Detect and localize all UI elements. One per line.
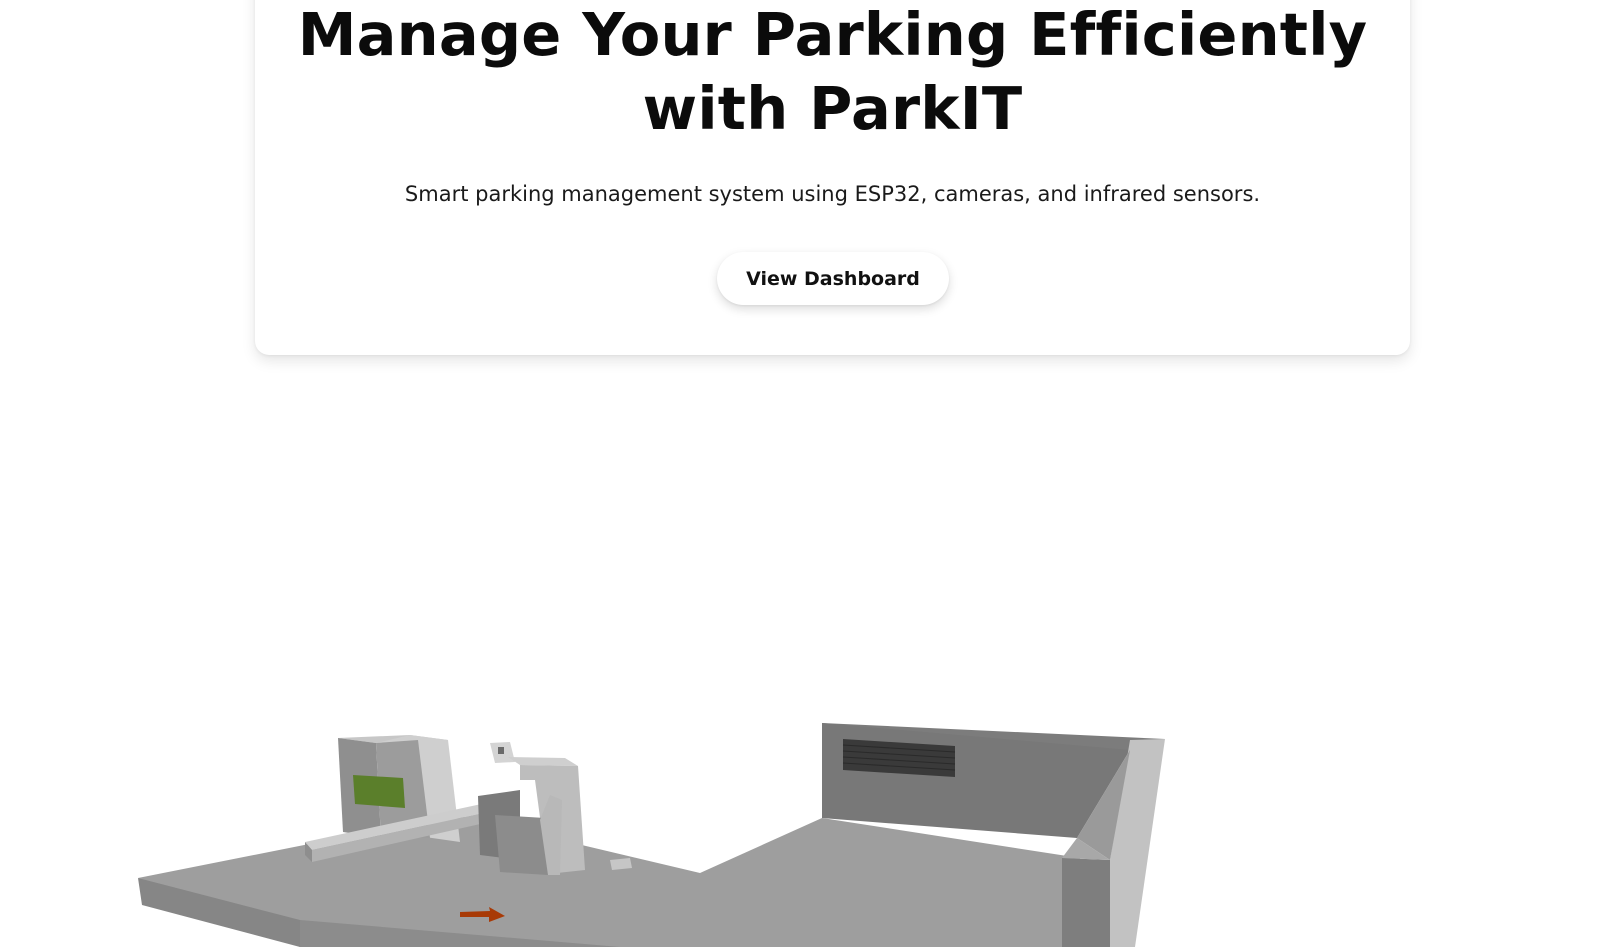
- floor-step: [610, 858, 632, 870]
- hero-subtitle: Smart parking management system using ES…: [404, 182, 1261, 206]
- title-line-1: Manage Your Parking Efficiently: [297, 0, 1368, 69]
- hero-card: Manage Your Parking Efficiently with Par…: [255, 0, 1410, 355]
- display-screen: [353, 775, 405, 808]
- camera-post: [478, 742, 585, 875]
- page-title: Manage Your Parking Efficiently with Par…: [255, 0, 1410, 146]
- floor-slab: [138, 815, 1080, 947]
- view-dashboard-button[interactable]: View Dashboard: [717, 252, 949, 305]
- title-line-2: with ParkIT: [642, 74, 1023, 143]
